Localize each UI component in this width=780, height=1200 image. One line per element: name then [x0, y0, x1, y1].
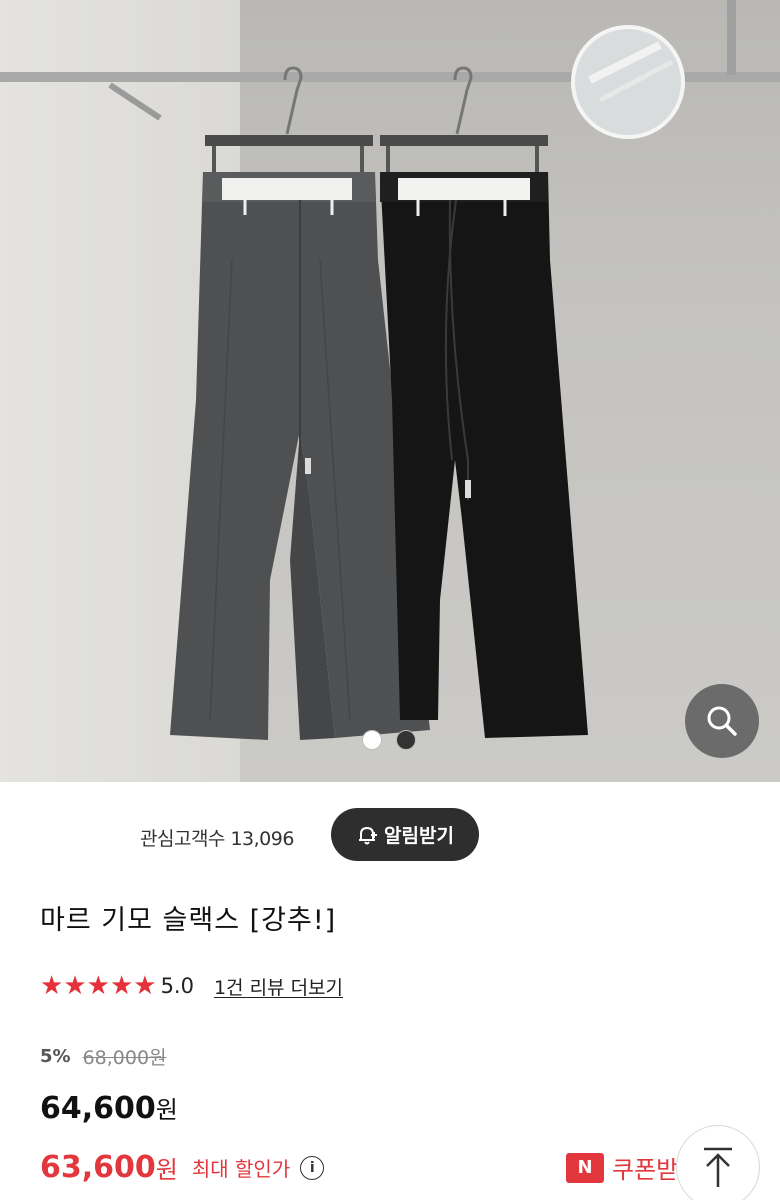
sale-price-unit: 원 [155, 1096, 178, 1124]
scroll-top-button[interactable] [676, 1125, 760, 1200]
rating-value: 5.0 [160, 974, 194, 998]
original-price: 68,000원 [82, 1047, 167, 1069]
discount-rate: 5% [40, 1046, 71, 1067]
star-icon: ★ [63, 971, 87, 1001]
coupon-button[interactable]: N 쿠폰받 [566, 1150, 678, 1185]
alert-button-label: 알림받기 [384, 825, 454, 847]
gallery-dot-1[interactable] [362, 730, 382, 750]
gallery-dot-2[interactable] [396, 730, 416, 750]
coupon-label: 쿠폰받 [612, 1156, 679, 1184]
star-icon: ★ [86, 971, 110, 1001]
alert-button[interactable]: 알림받기 [331, 808, 479, 861]
rating-row: ★ ★ ★ ★ ★ 5.0 1건 리뷰 더보기 [40, 970, 343, 1002]
original-price-row: 5% 68,000원 [40, 1043, 167, 1070]
star-icon: ★ [133, 971, 157, 1001]
bell-plus-icon [359, 826, 378, 844]
sale-price: 64,600원 [40, 1090, 178, 1126]
interest-row: 관심고객수 13,096 알림받기 [0, 808, 780, 864]
product-photo [0, 0, 780, 740]
review-link[interactable]: 1건 리뷰 더보기 [214, 973, 343, 1000]
coupon-price-unit: 원 [155, 1156, 178, 1184]
coupon-price-value: 63,600 [40, 1150, 156, 1185]
product-title: 마르 기모 슬랙스 [강추!] [40, 905, 337, 936]
zoom-button[interactable] [685, 684, 759, 758]
info-icon[interactable]: i [300, 1155, 325, 1180]
star-icon: ★ [40, 971, 64, 1001]
star-icon: ★ [109, 971, 134, 1001]
arrow-up-icon [704, 1147, 732, 1187]
interest-count: 관심고객수 13,096 [140, 828, 294, 850]
coupon-badge: N [566, 1152, 604, 1183]
sale-price-value: 64,600 [40, 1091, 156, 1126]
product-image-gallery[interactable] [0, 0, 780, 782]
max-discount-label: 최대 할인가 [191, 1157, 291, 1181]
search-icon [707, 706, 737, 736]
rating-stars: ★ ★ ★ ★ ★ [40, 973, 157, 999]
coupon-price-row: 63,600 원 최대 할인가 i [40, 1150, 325, 1185]
gallery-pagination [362, 730, 416, 750]
